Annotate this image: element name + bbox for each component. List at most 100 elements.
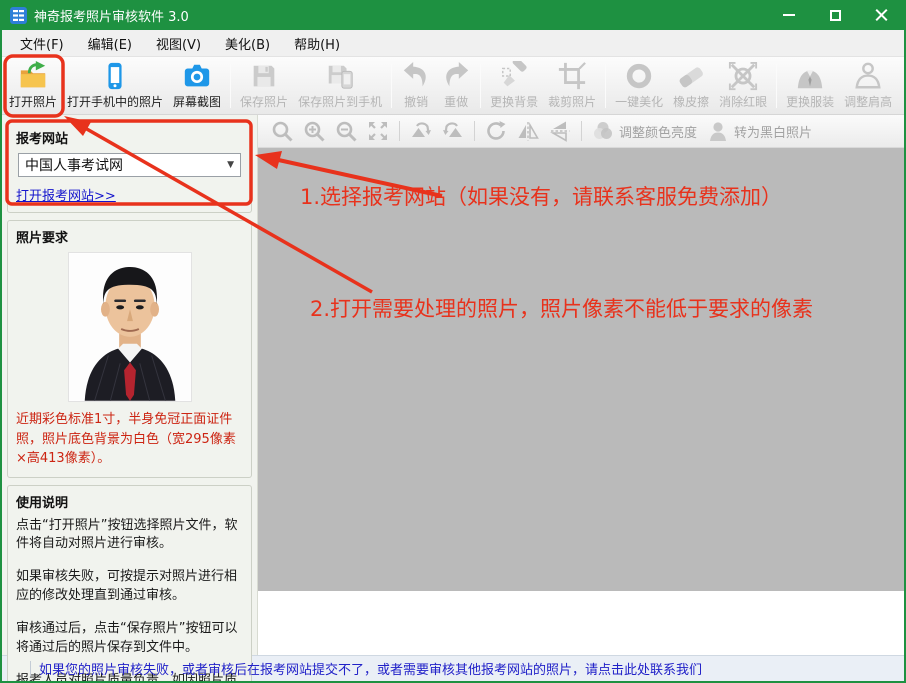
toolbar-button-label: 打开照片 bbox=[9, 95, 58, 109]
sample-id-photo bbox=[67, 252, 192, 402]
main-panel: 调整颜色亮度 转为黑白照片 1.选择报考网站（如果没有，请联系客服免费添加） 2.… bbox=[258, 115, 904, 655]
toolbar-separator bbox=[605, 63, 607, 108]
flip-horizontal-icon bbox=[517, 120, 539, 142]
toolbar-button-label: 调整肩高 bbox=[844, 95, 893, 109]
usage-paragraph-2: 如果审核失败，可按提示对照片进行相应的修改处理直到通过审核。 bbox=[16, 569, 238, 604]
view-tool-fit-screen bbox=[362, 120, 394, 142]
view-tool-zoom-in bbox=[298, 120, 330, 142]
usage-paragraph-3: 审核通过后，点击“保存照片”按钮可以将通过后的照片保存到文件中。 bbox=[16, 620, 238, 655]
window-title: 神奇报考照片审核软件 3.0 bbox=[34, 9, 189, 25]
site-section: 报考网站 中国人事考试网 ▼ 打开报考网站>> bbox=[7, 121, 252, 213]
menu-item-4[interactable]: 美化(B) bbox=[213, 30, 282, 57]
toolbar-button-open-photo[interactable]: 打开照片 bbox=[4, 58, 62, 114]
toolbar-button-undo: 撤销 bbox=[396, 58, 436, 114]
toolbar-button-screenshot-camera[interactable]: 屏幕截图 bbox=[168, 58, 226, 114]
statusbar-divider bbox=[30, 661, 31, 676]
phone-photo-icon bbox=[100, 61, 130, 91]
view-tool-rotate-right bbox=[437, 120, 469, 142]
change-suit-icon bbox=[795, 61, 825, 91]
toolbar-button-phone-photo[interactable]: 打开手机中的照片 bbox=[62, 58, 168, 114]
window-controls bbox=[766, 0, 904, 30]
beautify-ring-icon bbox=[624, 61, 654, 91]
toolbar-button-label: 裁剪照片 bbox=[548, 95, 597, 109]
save-floppy-icon bbox=[249, 61, 279, 91]
title-bar: 神奇报考照片审核软件 3.0 bbox=[2, 0, 904, 30]
menu-item-2[interactable]: 编辑(E) bbox=[76, 30, 144, 57]
view-tool-zoom-out bbox=[330, 120, 362, 142]
flip-vertical-icon bbox=[549, 120, 571, 142]
usage-section: 使用说明 点击“打开照片”按钮选择照片文件，软件将自动对照片进行审核。 如果审核失… bbox=[7, 484, 252, 681]
chevron-down-icon: ▼ bbox=[227, 160, 234, 170]
save-to-phone-icon bbox=[325, 61, 355, 91]
photo-canvas: 1.选择报考网站（如果没有，请联系客服免费添加） 2.打开需要处理的照片，照片像… bbox=[258, 148, 904, 591]
menu-item-1[interactable]: 文件(F) bbox=[8, 30, 76, 57]
bottom-white-area bbox=[258, 591, 904, 655]
toolbar-separator bbox=[391, 63, 393, 108]
app-window: 神奇报考照片审核软件 3.0 文件(F) 编辑(E) 视图(V) 美化(B) 帮助(H)… bbox=[0, 0, 906, 683]
adjust-shoulders-icon bbox=[853, 61, 883, 91]
content-area: 报考网站 中国人事考试网 ▼ 打开报考网站>> 照片要求 近期彩色标准1寸，半身… bbox=[2, 115, 904, 681]
close-button[interactable] bbox=[858, 0, 904, 30]
view-toolbar: 调整颜色亮度 转为黑白照片 bbox=[258, 115, 904, 148]
menu-bar: 文件(F) 编辑(E) 视图(V) 美化(B) 帮助(H) bbox=[2, 30, 904, 57]
rotate-left-icon bbox=[410, 120, 432, 142]
minimize-button[interactable] bbox=[766, 0, 812, 30]
remove-red-eye-icon bbox=[728, 61, 758, 91]
toolbar-button-label: 撤销 bbox=[404, 95, 429, 109]
toolbar-separator bbox=[399, 121, 400, 141]
status-bar: 如果您的照片审核失败，或者审核后在报考网站提交不了，或者需要审核其他报考网站的照… bbox=[2, 655, 904, 681]
toolbar-button-adjust-shoulders: 调整肩高 bbox=[839, 58, 897, 114]
view-tool-label: 调整颜色亮度 bbox=[619, 125, 698, 141]
site-dropdown-value: 中国人事考试网 bbox=[25, 158, 123, 174]
sidebar: 报考网站 中国人事考试网 ▼ 打开报考网站>> 照片要求 近期彩色标准1寸，半身… bbox=[2, 115, 258, 681]
menu-item-5[interactable]: 帮助(H) bbox=[282, 30, 352, 57]
toolbar-button-eraser: 橡皮擦 bbox=[668, 58, 714, 114]
magnifier-icon bbox=[271, 120, 293, 142]
contact-us-status-link[interactable]: 如果您的照片审核失败，或者审核后在报考网站提交不了，或者需要审核其他报考网站的照… bbox=[39, 659, 702, 678]
toolbar-button-crop: 裁剪照片 bbox=[543, 58, 601, 114]
fit-screen-icon bbox=[367, 120, 389, 142]
view-tool-flip-vertical bbox=[544, 120, 576, 142]
photo-section-title: 照片要求 bbox=[16, 231, 69, 246]
view-tool-grayscale-person: 转为黑白照片 bbox=[702, 120, 817, 142]
toolbar-button-save-floppy: 保存照片 bbox=[235, 58, 293, 114]
toolbar-button-beautify-ring: 一键美化 bbox=[610, 58, 668, 114]
change-background-icon bbox=[499, 61, 529, 91]
toolbar-button-save-to-phone: 保存照片到手机 bbox=[293, 58, 387, 114]
screenshot-camera-icon bbox=[182, 61, 212, 91]
toolbar-separator bbox=[474, 121, 475, 141]
view-tool-rotate-circle bbox=[480, 120, 512, 142]
toolbar-button-label: 屏幕截图 bbox=[173, 95, 222, 109]
maximize-button[interactable] bbox=[812, 0, 858, 30]
toolbar-button-label: 更换服装 bbox=[786, 95, 835, 109]
open-site-link[interactable]: 打开报考网站>> bbox=[16, 185, 116, 204]
toolbar-button-label: 保存照片 bbox=[240, 95, 289, 109]
main-toolbar: 打开照片 打开手机中的照片 屏幕截图 保存照片 保存照片到手机 撤销 重做 更换背景 裁剪照片 一… bbox=[2, 57, 904, 115]
toolbar-button-label: 重做 bbox=[444, 95, 469, 109]
crop-icon bbox=[557, 61, 587, 91]
site-section-title: 报考网站 bbox=[16, 132, 69, 147]
redo-icon bbox=[441, 61, 471, 91]
toolbar-button-label: 消除红眼 bbox=[719, 95, 768, 109]
toolbar-button-label: 保存照片到手机 bbox=[298, 95, 383, 109]
toolbar-button-change-background: 更换背景 bbox=[485, 58, 543, 114]
site-dropdown[interactable]: 中国人事考试网 ▼ bbox=[18, 153, 241, 177]
toolbar-button-label: 橡皮擦 bbox=[673, 95, 710, 109]
view-tool-label: 转为黑白照片 bbox=[734, 125, 813, 141]
photo-requirement-text: 近期彩色标准1寸，半身免冠正面证件照，照片底色背景为白色（宽295像素×高413… bbox=[16, 412, 236, 466]
toolbar-button-label: 更换背景 bbox=[490, 95, 539, 109]
undo-icon bbox=[401, 61, 431, 91]
open-photo-icon bbox=[18, 61, 48, 91]
annotation-step2: 2.打开需要处理的照片，照片像素不能低于要求的像素 bbox=[310, 297, 814, 321]
rotate-right-icon bbox=[442, 120, 464, 142]
view-tool-rotate-left bbox=[405, 120, 437, 142]
grayscale-person-icon bbox=[707, 120, 729, 142]
toolbar-separator bbox=[480, 63, 482, 108]
app-logo-icon bbox=[10, 6, 27, 24]
eraser-icon bbox=[676, 61, 706, 91]
annotation-step1: 1.选择报考网站（如果没有，请联系客服免费添加） bbox=[300, 185, 783, 209]
menu-item-3[interactable]: 视图(V) bbox=[144, 30, 213, 57]
usage-section-title: 使用说明 bbox=[16, 495, 69, 511]
usage-paragraph-1: 点击“打开照片”按钮选择照片文件，软件将自动对照片进行审核。 bbox=[16, 517, 238, 552]
photo-requirement-section: 照片要求 近期彩色标准1寸，半身免冠正面证件照，照片底色背景为白色（宽295像素… bbox=[7, 220, 252, 478]
